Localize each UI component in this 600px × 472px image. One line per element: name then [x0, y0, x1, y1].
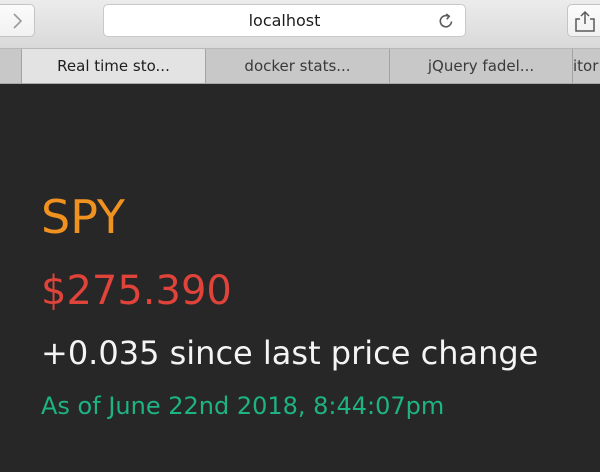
- share-button[interactable]: [567, 4, 600, 37]
- forward-button[interactable]: [0, 4, 35, 37]
- tab-label: Real time sto...: [57, 57, 170, 75]
- reload-icon[interactable]: [436, 11, 456, 31]
- tab-label: docker stats...: [244, 57, 351, 75]
- tab-jquery-fadel[interactable]: jQuery fadel...: [389, 49, 572, 83]
- price-change: +0.035 since last price change: [41, 334, 539, 372]
- share-icon: [575, 10, 595, 32]
- tab-partial[interactable]: itor: [572, 49, 600, 83]
- tab-docker-stats[interactable]: docker stats...: [205, 49, 389, 83]
- chevron-right-icon: [13, 12, 23, 29]
- page-content: SPY $275.390 +0.035 since last price cha…: [0, 84, 600, 472]
- tab-real-time-stock[interactable]: Real time sto...: [21, 49, 205, 83]
- stock-symbol: SPY: [41, 190, 126, 244]
- quote-timestamp: As of June 22nd 2018, 8:44:07pm: [41, 392, 445, 420]
- address-bar[interactable]: localhost: [103, 4, 466, 37]
- tab-bar: Real time sto... docker stats... jQuery …: [0, 49, 600, 84]
- tab-label: jQuery fadel...: [427, 57, 535, 75]
- tab-label: itor: [573, 57, 599, 75]
- address-text: localhost: [248, 11, 321, 30]
- stock-price: $275.390: [41, 268, 232, 314]
- browser-toolbar: localhost: [0, 0, 600, 49]
